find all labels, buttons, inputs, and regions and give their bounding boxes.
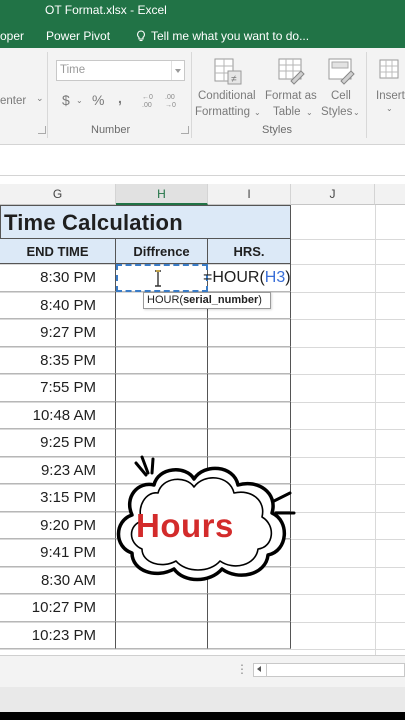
formula-prefix: =HOUR( bbox=[203, 269, 265, 286]
text-cursor-icon bbox=[155, 270, 161, 287]
end-time-cell[interactable]: 9:27 PM bbox=[0, 319, 116, 347]
difference-cell[interactable] bbox=[116, 621, 208, 649]
difference-cell[interactable] bbox=[116, 374, 208, 402]
end-time-cell[interactable]: 10:27 PM bbox=[0, 594, 116, 622]
end-time-cell[interactable]: 10:23 PM bbox=[0, 621, 116, 649]
header-end-time[interactable]: END TIME bbox=[0, 239, 116, 264]
alignment-partial-label[interactable]: enter bbox=[0, 95, 26, 107]
svg-text:→0: →0 bbox=[165, 102, 176, 108]
insert-cells-icon[interactable] bbox=[378, 56, 402, 84]
chevron-down-icon[interactable]: ⌄ bbox=[353, 108, 360, 117]
hours-sticker-text: Hours bbox=[136, 507, 234, 544]
end-time-cell[interactable]: 10:48 AM bbox=[0, 401, 116, 429]
cell-styles-line2[interactable]: Styles bbox=[321, 106, 352, 118]
hrs-cell[interactable] bbox=[208, 621, 291, 649]
comma-button[interactable]: , bbox=[118, 90, 122, 106]
difference-cell[interactable] bbox=[116, 346, 208, 374]
column-header-k[interactable] bbox=[375, 184, 405, 205]
formula-bar[interactable] bbox=[0, 146, 405, 176]
sheet-title-cell[interactable]: Time Calculation bbox=[0, 205, 291, 239]
hrs-cell[interactable] bbox=[208, 429, 291, 457]
end-time-cell[interactable]: 7:55 PM bbox=[0, 374, 116, 402]
conditional-formatting-line1[interactable]: Conditional bbox=[198, 90, 256, 102]
tab-split-handle-icon[interactable]: ⋮ bbox=[236, 662, 248, 676]
tooltip-close: ) bbox=[258, 294, 262, 306]
svg-text:.00: .00 bbox=[165, 94, 175, 101]
column-header-h[interactable]: H bbox=[116, 184, 208, 205]
percent-button[interactable]: % bbox=[92, 92, 104, 108]
end-time-cell[interactable]: 9:20 PM bbox=[0, 511, 116, 539]
difference-cell[interactable] bbox=[116, 594, 208, 622]
header-difference[interactable]: Diffrence bbox=[116, 239, 208, 264]
formula-reference: H3 bbox=[264, 269, 286, 286]
function-tooltip[interactable]: HOUR(serial_number) bbox=[143, 292, 271, 309]
difference-cell[interactable] bbox=[116, 429, 208, 457]
chevron-down-icon[interactable]: ⌄ bbox=[76, 96, 83, 105]
horizontal-scrollbar[interactable] bbox=[253, 663, 405, 677]
hrs-cell[interactable] bbox=[208, 374, 291, 402]
hrs-cell[interactable] bbox=[208, 401, 291, 429]
number-format-select[interactable]: Time bbox=[56, 60, 185, 81]
chevron-down-icon[interactable]: ⌄ bbox=[386, 104, 393, 113]
formula-suffix: ) bbox=[285, 269, 291, 286]
ribbon: enter ⌄ Time $ ⌄ % , ←0.00 .00 →0 ≠ Condi… bbox=[0, 48, 405, 145]
header-hrs[interactable]: HRS. bbox=[208, 239, 291, 264]
format-as-table-line2[interactable]: Table bbox=[273, 106, 301, 118]
tooltip-argument: serial_number bbox=[183, 294, 259, 306]
tab-power-pivot[interactable]: Power Pivot bbox=[46, 29, 110, 43]
in-cell-formula[interactable]: =HOUR(H3) bbox=[203, 269, 291, 287]
title-bar: OT Format.xlsx - Excel bbox=[0, 0, 405, 22]
chevron-down-icon[interactable]: ⌄ bbox=[36, 93, 44, 104]
number-format-value: Time bbox=[60, 64, 86, 76]
conditional-formatting-icon[interactable]: ≠ bbox=[212, 56, 244, 88]
conditional-formatting-line2[interactable]: Formatting bbox=[195, 106, 250, 118]
end-time-cell[interactable]: 8:30 PM bbox=[0, 264, 116, 292]
scroll-left-icon[interactable] bbox=[253, 663, 267, 677]
ribbon-tabs: oper Power Pivot Tell me what you want t… bbox=[0, 22, 405, 48]
svg-text:≠: ≠ bbox=[231, 74, 237, 85]
hrs-cell[interactable] bbox=[208, 346, 291, 374]
number-launcher-icon[interactable] bbox=[181, 126, 189, 134]
column-header-i[interactable]: I bbox=[208, 184, 291, 205]
cell-styles-icon[interactable] bbox=[326, 56, 358, 88]
sheet-title: Time Calculation bbox=[4, 210, 183, 235]
hrs-cell[interactable] bbox=[208, 319, 291, 347]
currency-button[interactable]: $ bbox=[62, 92, 70, 108]
tab-developer[interactable]: oper bbox=[0, 29, 24, 43]
column-header-g[interactable]: G bbox=[0, 184, 116, 205]
decrease-decimal-icon[interactable]: .00→0 bbox=[165, 92, 181, 108]
end-time-cell[interactable]: 3:15 PM bbox=[0, 484, 116, 512]
window-title: OT Format.xlsx - Excel bbox=[45, 3, 167, 17]
svg-text:←0: ←0 bbox=[142, 94, 153, 101]
end-time-cell[interactable]: 9:25 PM bbox=[0, 429, 116, 457]
end-time-cell[interactable]: 8:40 PM bbox=[0, 291, 116, 319]
end-time-cell[interactable]: 9:41 PM bbox=[0, 539, 116, 567]
end-time-cell[interactable]: 9:23 AM bbox=[0, 456, 116, 484]
end-time-cell[interactable]: 8:35 PM bbox=[0, 346, 116, 374]
hrs-cell[interactable] bbox=[208, 594, 291, 622]
difference-cell[interactable] bbox=[116, 401, 208, 429]
tooltip-function: HOUR( bbox=[147, 294, 184, 306]
increase-decimal-icon[interactable]: ←0.00 bbox=[142, 92, 158, 108]
lightbulb-icon bbox=[137, 30, 145, 42]
chevron-down-icon[interactable]: ⌄ bbox=[306, 108, 313, 117]
format-as-table-line1[interactable]: Format as bbox=[265, 90, 317, 102]
chevron-down-icon[interactable] bbox=[171, 61, 184, 80]
difference-cell[interactable] bbox=[116, 319, 208, 347]
tell-me-label: Tell me what you want to do... bbox=[151, 29, 310, 43]
format-as-table-icon[interactable] bbox=[276, 56, 308, 88]
svg-text:.00: .00 bbox=[142, 102, 152, 108]
column-header-j[interactable]: J bbox=[291, 184, 375, 205]
screen-edge bbox=[0, 712, 405, 720]
styles-group-label: Styles bbox=[262, 124, 292, 136]
number-group-label: Number bbox=[91, 124, 131, 136]
alignment-launcher-icon[interactable] bbox=[38, 126, 46, 134]
insert-label[interactable]: Insert bbox=[376, 90, 405, 102]
chevron-down-icon[interactable]: ⌄ bbox=[254, 108, 261, 117]
tell-me-search[interactable]: Tell me what you want to do... bbox=[136, 29, 309, 43]
cell-styles-line1[interactable]: Cell bbox=[331, 90, 351, 102]
end-time-cell[interactable]: 8:30 AM bbox=[0, 566, 116, 594]
